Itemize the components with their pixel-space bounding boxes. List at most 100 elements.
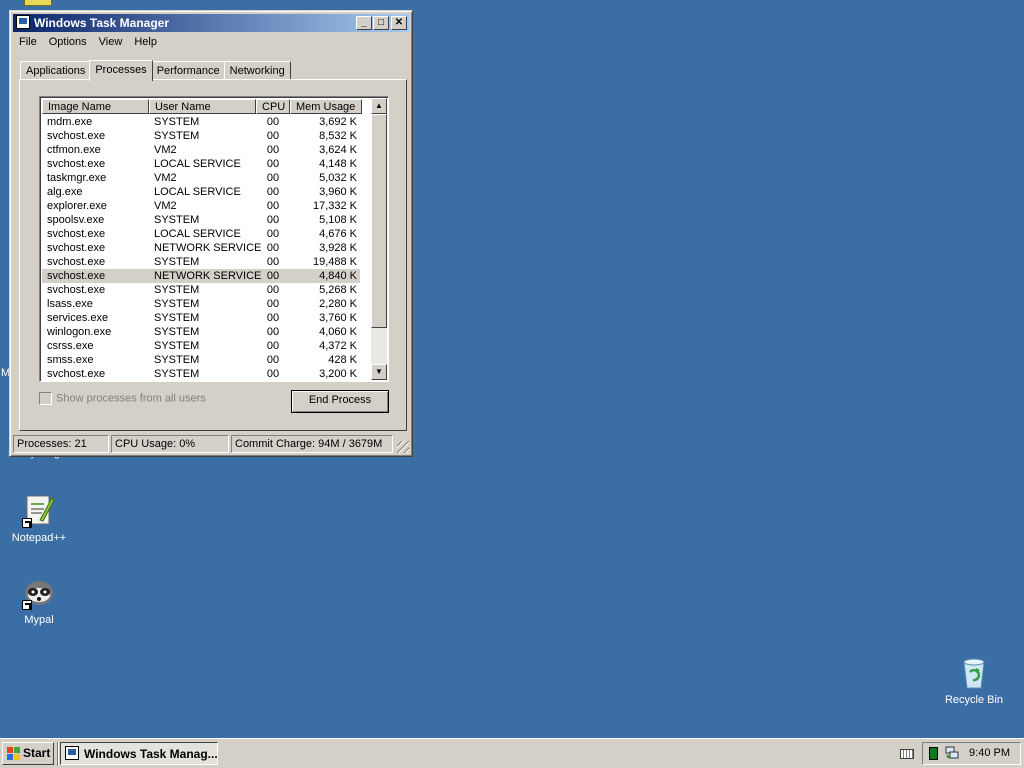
cell-user-name: LOCAL SERVICE [154, 158, 241, 170]
cell-mem-usage: 5,108 K [319, 214, 357, 226]
cell-mem-usage: 2,280 K [319, 298, 357, 310]
tab-networking[interactable]: Networking [223, 61, 291, 80]
cell-mem-usage: 5,268 K [319, 284, 357, 296]
cell-cpu: 00 [266, 200, 280, 212]
table-row[interactable]: svchost.exe SYSTEM 00 5,268 K [42, 283, 360, 297]
scroll-down-button[interactable]: ▼ [371, 364, 387, 380]
table-row[interactable]: svchost.exe SYSTEM 00 8,532 K [42, 129, 360, 143]
cell-image-name: lsass.exe [47, 298, 93, 310]
table-row[interactable]: ctfmon.exe VM2 00 3,624 K [42, 143, 360, 157]
cell-user-name: VM2 [154, 172, 177, 184]
cell-image-name: svchost.exe [47, 256, 106, 268]
cell-mem-usage: 3,624 K [319, 144, 357, 156]
column-image-name[interactable]: Image Name [42, 99, 149, 114]
cell-mem-usage: 4,060 K [319, 326, 357, 338]
end-process-button[interactable]: End Process [291, 390, 389, 413]
title-bar[interactable]: Windows Task Manager _ □ ✕ [13, 14, 409, 32]
cell-user-name: SYSTEM [154, 354, 200, 366]
table-row[interactable]: svchost.exe NETWORK SERVICE 00 4,840 K [42, 269, 360, 283]
menu-file[interactable]: File [13, 34, 43, 50]
cpu-meter-icon[interactable] [929, 747, 938, 760]
cell-image-name: svchost.exe [47, 242, 106, 254]
table-row[interactable]: smss.exe SYSTEM 00 428 K [42, 353, 360, 367]
cell-user-name: LOCAL SERVICE [154, 228, 241, 240]
cell-mem-usage: 4,840 K [319, 270, 357, 282]
cell-mem-usage: 19,488 K [312, 256, 357, 268]
table-row[interactable]: services.exe SYSTEM 00 3,760 K [42, 311, 360, 325]
cell-image-name: winlogon.exe [47, 326, 112, 338]
cell-cpu: 00 [266, 186, 280, 198]
window-title: Windows Task Manager [34, 16, 170, 30]
tab-performance[interactable]: Performance [150, 61, 226, 80]
taskbar: Start Windows Task Manag... 9:40 PM [0, 738, 1024, 768]
column-user-name[interactable]: User Name [149, 99, 256, 114]
close-button[interactable]: ✕ [391, 16, 407, 30]
table-row[interactable]: csrss.exe SYSTEM 00 4,372 K [42, 339, 360, 353]
taskbar-button-label: Windows Task Manag... [84, 747, 218, 761]
cell-mem-usage: 3,928 K [319, 242, 357, 254]
minimize-button[interactable]: _ [356, 16, 372, 30]
cell-user-name: LOCAL SERVICE [154, 186, 241, 198]
menu-view[interactable]: View [93, 34, 129, 50]
cell-user-name: SYSTEM [154, 256, 200, 268]
cell-user-name: SYSTEM [154, 214, 200, 226]
cell-image-name: smss.exe [47, 354, 94, 366]
cell-user-name: SYSTEM [154, 298, 200, 310]
table-row[interactable]: svchost.exe SYSTEM 00 19,488 K [42, 255, 360, 269]
table-row[interactable]: lsass.exe SYSTEM 00 2,280 K [42, 297, 360, 311]
desktop-icon-recycle-bin[interactable]: Recycle Bin [934, 656, 1014, 706]
table-row[interactable]: winlogon.exe SYSTEM 00 4,060 K [42, 325, 360, 339]
table-row[interactable]: svchost.exe LOCAL SERVICE 00 4,148 K [42, 157, 360, 171]
network-icon[interactable] [945, 746, 959, 760]
cell-user-name: SYSTEM [154, 130, 200, 142]
menu-bar: File Options View Help [13, 34, 409, 52]
table-row[interactable]: mdm.exe SYSTEM 00 3,692 K [42, 115, 360, 129]
column-mem-usage[interactable]: Mem Usage [290, 99, 362, 114]
cell-cpu: 00 [266, 130, 280, 142]
desktop-icon-notepadpp[interactable]: Notepad++ [0, 494, 79, 544]
process-rows: mdm.exe SYSTEM 00 3,692 K svchost.exe SYSTEM 0… [42, 115, 360, 381]
table-row[interactable]: svchost.exe LOCAL SERVICE 00 4,676 K [42, 227, 360, 241]
show-all-users-option[interactable]: Show processes from all users [39, 392, 206, 405]
scroll-up-button[interactable]: ▲ [371, 98, 387, 114]
clock[interactable]: 9:40 PM [969, 747, 1010, 759]
table-row[interactable]: explorer.exe VM2 00 17,332 K [42, 199, 360, 213]
maximize-button[interactable]: □ [373, 16, 389, 30]
cell-mem-usage: 3,692 K [319, 116, 357, 128]
scroll-thumb[interactable] [371, 114, 387, 328]
status-processes: Processes: 21 [13, 435, 109, 453]
resize-grip[interactable] [397, 441, 409, 453]
show-all-users-checkbox[interactable] [39, 392, 52, 405]
cell-image-name: svchost.exe [47, 270, 106, 282]
start-button[interactable]: Start [2, 742, 54, 765]
task-manager-window: Windows Task Manager _ □ ✕ File Options Vi… [9, 10, 413, 457]
process-list[interactable]: Image Name User Name CPU Mem Usage mdm.e… [39, 96, 389, 382]
status-cpu-usage: CPU Usage: 0% [111, 435, 229, 453]
table-row[interactable]: svchost.exe SYSTEM 00 3,200 K [42, 367, 360, 381]
cell-image-name: svchost.exe [47, 228, 106, 240]
cell-mem-usage: 8,532 K [319, 130, 357, 142]
tab-applications[interactable]: Applications [20, 61, 92, 80]
cell-cpu: 00 [266, 172, 280, 184]
partial-desktop-icon[interactable] [24, 0, 52, 6]
table-row[interactable]: spoolsv.exe SYSTEM 00 5,108 K [42, 213, 360, 227]
show-all-users-label: Show processes from all users [56, 392, 206, 405]
vertical-scrollbar[interactable]: ▲ ▼ [371, 98, 387, 380]
table-row[interactable]: taskmgr.exe VM2 00 5,032 K [42, 171, 360, 185]
taskbar-button-task-manager[interactable]: Windows Task Manag... [60, 742, 218, 765]
cell-image-name: svchost.exe [47, 130, 106, 142]
desktop-icon-label: Recycle Bin [944, 694, 1004, 706]
cell-mem-usage: 3,200 K [319, 368, 357, 380]
keyboard-icon[interactable] [900, 749, 914, 759]
column-cpu[interactable]: CPU [256, 99, 290, 114]
cell-user-name: SYSTEM [154, 312, 200, 324]
table-row[interactable]: svchost.exe NETWORK SERVICE 00 3,928 K [42, 241, 360, 255]
menu-options[interactable]: Options [43, 34, 93, 50]
cell-cpu: 00 [266, 158, 280, 170]
status-commit-charge: Commit Charge: 94M / 3679M [231, 435, 393, 453]
tab-processes[interactable]: Processes [89, 60, 153, 81]
table-row[interactable]: alg.exe LOCAL SERVICE 00 3,960 K [42, 185, 360, 199]
cell-image-name: services.exe [47, 312, 109, 324]
menu-help[interactable]: Help [128, 34, 163, 50]
desktop-icon-mypal[interactable]: Mypal [0, 576, 79, 626]
